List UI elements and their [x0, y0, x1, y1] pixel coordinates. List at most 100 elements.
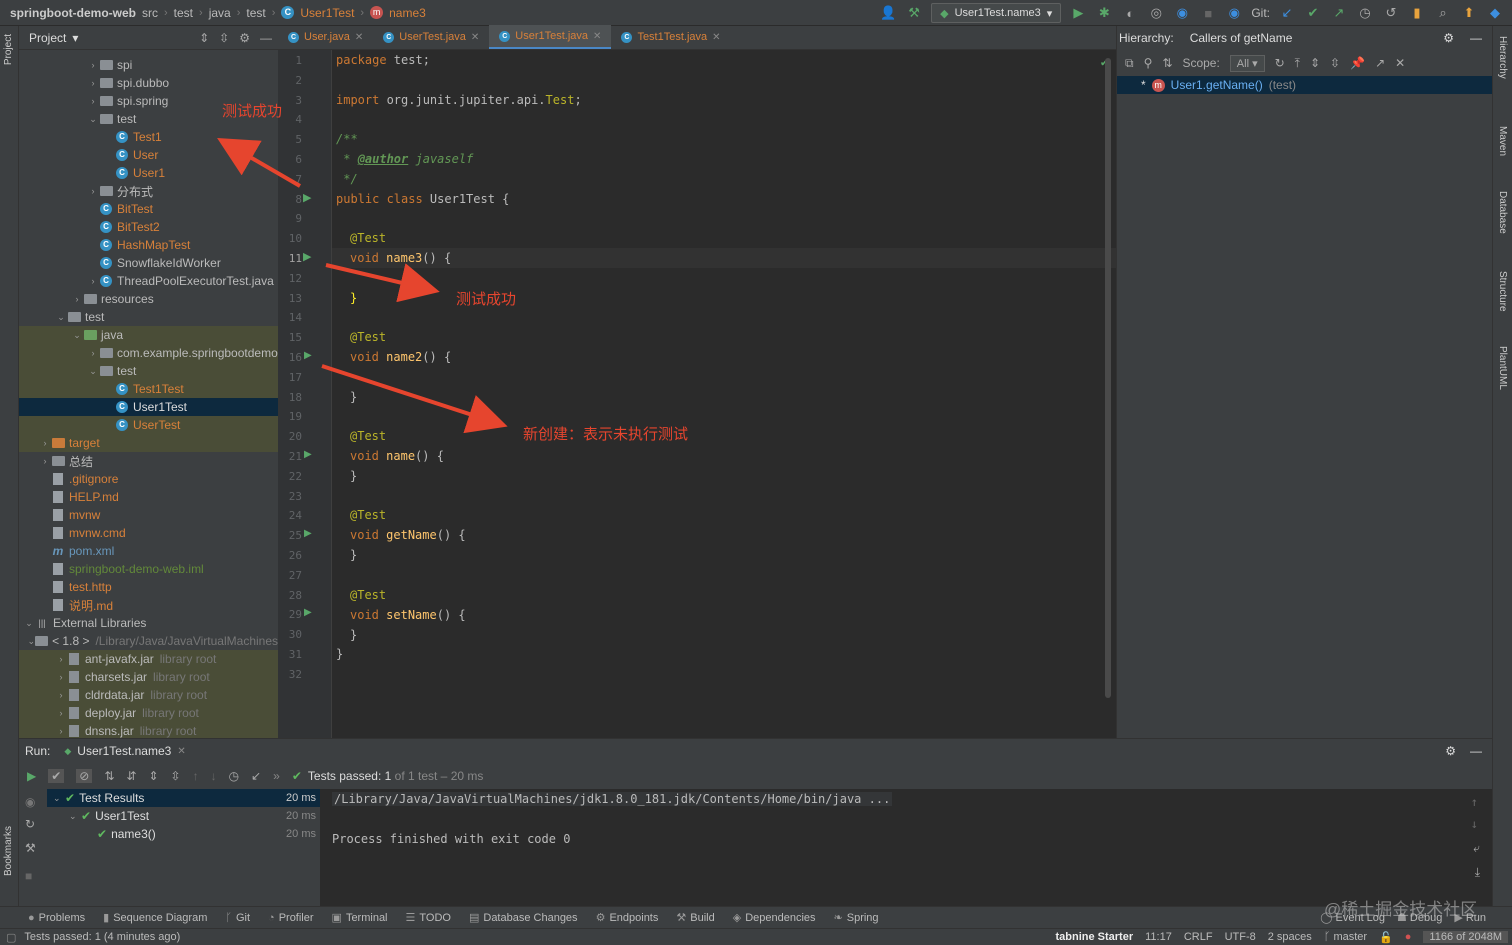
help-icon[interactable]: ◉ — [1173, 4, 1191, 22]
line-separator[interactable]: CRLF — [1184, 931, 1213, 943]
git-branch[interactable]: ᚴ master — [1324, 931, 1367, 943]
run-test-icon[interactable]: ▶ — [304, 449, 312, 460]
tree-item[interactable]: C HashMapTest — [19, 236, 278, 254]
close-icon[interactable]: ✕ — [593, 31, 601, 42]
file-encoding[interactable]: UTF-8 — [1225, 931, 1256, 943]
chevron-down-icon[interactable]: ⌄ — [87, 114, 99, 125]
chevron-down-icon[interactable]: ⌄ — [55, 312, 67, 323]
chevron-right-icon[interactable]: › — [71, 294, 83, 304]
gear-icon[interactable]: ⚙ — [1445, 744, 1456, 758]
import-tests-icon[interactable]: ↙ — [251, 769, 261, 783]
plugin-icon[interactable]: ▮ — [1408, 4, 1426, 22]
next-failed-icon[interactable]: ↓ — [211, 769, 217, 783]
chevron-right-icon[interactable]: › — [87, 276, 99, 286]
layout-icon[interactable]: ▢ — [0, 931, 16, 944]
minimize-icon[interactable]: — — [260, 31, 272, 45]
run-console[interactable]: /Library/Java/JavaVirtualMachines/jdk1.8… — [320, 789, 1492, 907]
collapse-all-icon[interactable]: ⇳ — [219, 31, 229, 45]
editor-scrollbar[interactable] — [1105, 58, 1111, 698]
chevron-down-icon[interactable]: ⌄ — [87, 366, 99, 377]
stop-icon[interactable]: ■ — [25, 869, 32, 883]
search-icon[interactable]: ⌕ — [1434, 4, 1452, 22]
breadcrumb-src[interactable]: src — [142, 6, 158, 20]
chevron-right-icon[interactable]: › — [39, 456, 51, 466]
tree-item[interactable]: C BitTest2 — [19, 218, 278, 236]
tool-window-button[interactable]: ⚒ Build — [676, 911, 714, 924]
tree-item[interactable]: › resources — [19, 290, 278, 308]
callers-icon[interactable]: ⧉ — [1125, 56, 1134, 71]
tree-item[interactable]: .gitignore — [19, 470, 278, 488]
hierarchy-entry[interactable]: * m User1.getName() (test) — [1117, 76, 1493, 94]
close-icon[interactable]: ✕ — [355, 32, 363, 43]
tree-item[interactable]: m pom.xml — [19, 542, 278, 560]
structure-tool-button[interactable]: Structure — [1497, 271, 1508, 312]
chevron-right-icon[interactable]: › — [87, 186, 99, 196]
tool-window-button[interactable]: ▣ Terminal — [332, 911, 388, 924]
expand-all-icon[interactable]: ⇕ — [148, 769, 158, 783]
scroll-up-icon[interactable]: ↑ — [1471, 795, 1478, 809]
minimize-icon[interactable]: — — [1470, 31, 1492, 45]
tool-window-button[interactable]: ◔ Profiler — [268, 912, 314, 924]
tree-item[interactable]: ⌄ java — [19, 326, 278, 344]
jetbrains-icon[interactable]: ◆ — [1486, 4, 1504, 22]
editor-tab[interactable]: C User1Test.java ✕ — [489, 25, 612, 49]
tool-window-button[interactable]: ☰ TODO — [406, 911, 451, 924]
gear-icon[interactable]: ⚙ — [1443, 31, 1454, 45]
test-result-row[interactable]: ⌄ ✔ Test Results 20 ms — [47, 789, 320, 807]
tree-item[interactable]: C SnowflakeIdWorker — [19, 254, 278, 272]
tabnine-status[interactable]: tabnine Starter — [1055, 931, 1133, 943]
breadcrumb-test[interactable]: test — [174, 6, 193, 20]
project-view-select[interactable]: Project — [29, 31, 66, 45]
run-test-passed-icon[interactable]: ▶ — [303, 250, 311, 263]
project-tool-button[interactable]: Project — [3, 34, 14, 65]
tree-item[interactable]: › charsets.jar library root — [19, 668, 278, 686]
expand-all-icon[interactable]: ⇕ — [199, 31, 209, 45]
chevron-down-icon[interactable]: ▾ — [72, 31, 78, 45]
rerun-icon[interactable]: ▶ — [27, 769, 36, 783]
tool-window-button[interactable]: ▮ Sequence Diagram — [103, 911, 207, 924]
rollback-icon[interactable]: ↺ — [1382, 4, 1400, 22]
tool-window-button[interactable]: ◈ Dependencies — [733, 911, 816, 924]
gear-icon[interactable]: ⚙ — [239, 31, 250, 45]
more-icon[interactable]: » — [273, 769, 280, 783]
breadcrumb-project[interactable]: springboot-demo-web — [10, 6, 136, 20]
git-commit-icon[interactable]: ✔ — [1304, 4, 1322, 22]
breadcrumb-java[interactable]: java — [209, 6, 231, 20]
tree-item[interactable]: C User — [19, 146, 278, 164]
chevron-right-icon[interactable]: › — [55, 654, 67, 664]
run-tab[interactable]: ◆ User1Test.name3 ✕ — [64, 744, 185, 758]
expand-all-icon[interactable]: ⇕ — [1310, 56, 1320, 70]
scroll-to-end-icon[interactable]: ⤓ — [1475, 865, 1480, 880]
caret-position[interactable]: 11:17 — [1145, 931, 1172, 943]
editor-tab[interactable]: C UserTest.java ✕ — [373, 25, 489, 49]
plantuml-tool-button[interactable]: PlantUML — [1497, 346, 1508, 390]
tree-item[interactable]: › deploy.jar library root — [19, 704, 278, 722]
tree-item[interactable]: ⌄ test — [19, 362, 278, 380]
user-icon[interactable]: 👤 — [879, 4, 897, 22]
breadcrumb-package[interactable]: test — [246, 6, 265, 20]
chevron-right-icon[interactable]: › — [87, 96, 99, 106]
lock-icon[interactable]: 🔓 — [1379, 931, 1393, 944]
show-ignored-icon[interactable]: ⊘ — [76, 769, 93, 783]
tool-window-button[interactable]: ❧ Spring — [834, 911, 879, 924]
tool-window-button[interactable]: ▤ Database Changes — [469, 911, 578, 924]
open-in-new-icon[interactable]: ↗ — [1375, 56, 1385, 70]
run-test-icon[interactable]: ▶ — [304, 528, 312, 539]
run-test-icon[interactable]: ▶ — [304, 350, 312, 361]
indent-setting[interactable]: 2 spaces — [1268, 931, 1312, 943]
tree-item[interactable]: C Test1 — [19, 128, 278, 146]
tree-item[interactable]: 说明.md — [19, 596, 278, 614]
memory-indicator[interactable]: 1166 of 2048M — [1423, 931, 1508, 943]
tree-item[interactable]: C BitTest — [19, 200, 278, 218]
hierarchy-tool-button[interactable]: Hierarchy — [1497, 36, 1508, 79]
tree-item[interactable]: springboot-demo-web.iml — [19, 560, 278, 578]
run-test-icon[interactable]: ▶ — [304, 607, 312, 618]
export-icon[interactable]: ⤒ — [1295, 56, 1300, 71]
stop-icon[interactable]: ■ — [1199, 4, 1217, 22]
tree-item[interactable]: C User1Test — [19, 398, 278, 416]
git-update-icon[interactable]: ↙ — [1278, 4, 1296, 22]
scroll-down-icon[interactable]: ↓ — [1471, 817, 1478, 831]
editor-tab[interactable]: C User.java ✕ — [278, 25, 373, 49]
tree-item[interactable]: › cldrdata.jar library root — [19, 686, 278, 704]
history-icon[interactable]: ◷ — [229, 769, 239, 783]
